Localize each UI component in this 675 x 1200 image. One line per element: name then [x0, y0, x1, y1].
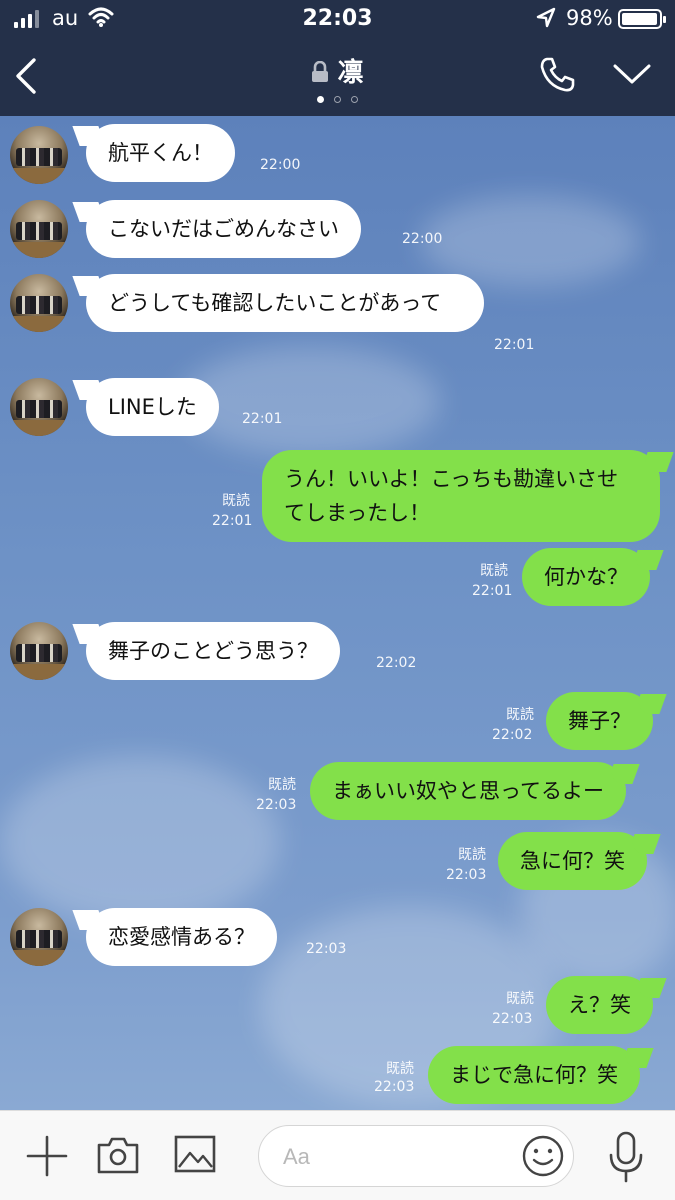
background-cloud [420, 196, 640, 286]
contact-name: 凛 [337, 58, 364, 88]
message-timestamp: 22:02 [376, 655, 417, 671]
background-cloud [180, 346, 440, 456]
message-timestamp: 22:00 [402, 231, 443, 247]
message-input[interactable] [283, 1140, 503, 1174]
contact-avatar[interactable] [10, 378, 68, 436]
outgoing-message-bubble[interactable]: 急に何？笑 [498, 832, 647, 890]
lock-icon [312, 61, 329, 82]
chat-timeline[interactable]: 航平くん！ 22:00 こないだはごめんなさい 22:00 どうしても確認したい… [0, 116, 675, 1110]
read-receipt: 既読 [506, 707, 534, 723]
battery-percentage: 98% [566, 6, 613, 30]
read-receipt: 既読 [222, 493, 250, 509]
chevron-down-icon[interactable] [612, 62, 652, 86]
outgoing-message-bubble[interactable]: 舞子？ [546, 692, 653, 750]
read-receipt: 既読 [268, 777, 296, 793]
contact-avatar[interactable] [10, 126, 68, 184]
contact-avatar[interactable] [10, 622, 68, 680]
message-timestamp: 22:03 [306, 941, 347, 957]
background-cloud [0, 756, 280, 926]
outgoing-message-bubble[interactable]: うん！いいよ！こっちも勘違いさせてしまったし！ [262, 450, 660, 542]
location-arrow-icon [536, 7, 556, 28]
camera-icon[interactable] [96, 1135, 140, 1175]
incoming-message-bubble[interactable]: どうしても確認したいことがあって [86, 274, 484, 332]
top-bar: au 22:03 98% 凛 [0, 0, 675, 116]
page-indicator [0, 96, 675, 103]
smiley-icon[interactable] [521, 1134, 565, 1178]
message-timestamp: 22:01 [472, 583, 513, 599]
plus-icon[interactable] [26, 1135, 68, 1177]
message-timestamp: 22:03 [446, 867, 487, 883]
message-input-bar [0, 1110, 675, 1200]
message-timestamp: 22:01 [242, 411, 283, 427]
message-timestamp: 22:03 [492, 1011, 533, 1027]
call-phone-icon[interactable] [538, 56, 576, 94]
battery-icon [618, 9, 666, 29]
read-receipt: 既読 [458, 847, 486, 863]
incoming-message-bubble[interactable]: 舞子のことどう思う？ [86, 622, 340, 680]
message-text-field[interactable] [258, 1125, 574, 1187]
incoming-message-bubble[interactable]: 恋愛感情ある？ [86, 908, 277, 966]
incoming-message-bubble[interactable]: LINEした [86, 378, 219, 436]
incoming-message-bubble[interactable]: こないだはごめんなさい [86, 200, 361, 258]
image-icon[interactable] [174, 1135, 216, 1173]
outgoing-message-bubble[interactable]: え？笑 [546, 976, 653, 1034]
message-timestamp: 22:02 [492, 727, 533, 743]
status-bar: au 22:03 98% [0, 0, 675, 38]
read-receipt: 既読 [386, 1061, 414, 1077]
message-timestamp: 22:00 [260, 157, 301, 173]
outgoing-message-bubble[interactable]: まじで急に何？笑 [428, 1046, 640, 1104]
incoming-message-bubble[interactable]: 航平くん！ [86, 124, 235, 182]
message-timestamp: 22:01 [212, 513, 253, 529]
outgoing-message-bubble[interactable]: 何かな？ [522, 548, 650, 606]
message-timestamp: 22:03 [256, 797, 297, 813]
contact-avatar[interactable] [10, 908, 68, 966]
contact-avatar[interactable] [10, 274, 68, 332]
contact-avatar[interactable] [10, 200, 68, 258]
microphone-icon[interactable] [608, 1131, 644, 1183]
page-indicator-dot [317, 96, 324, 103]
message-timestamp: 22:03 [374, 1079, 415, 1095]
page-indicator-dot [334, 96, 341, 103]
page-indicator-dot [351, 96, 358, 103]
read-receipt: 既読 [506, 991, 534, 1007]
outgoing-message-bubble[interactable]: まぁいい奴やと思ってるよー [310, 762, 626, 820]
message-timestamp: 22:01 [494, 337, 535, 353]
read-receipt: 既読 [480, 563, 508, 579]
